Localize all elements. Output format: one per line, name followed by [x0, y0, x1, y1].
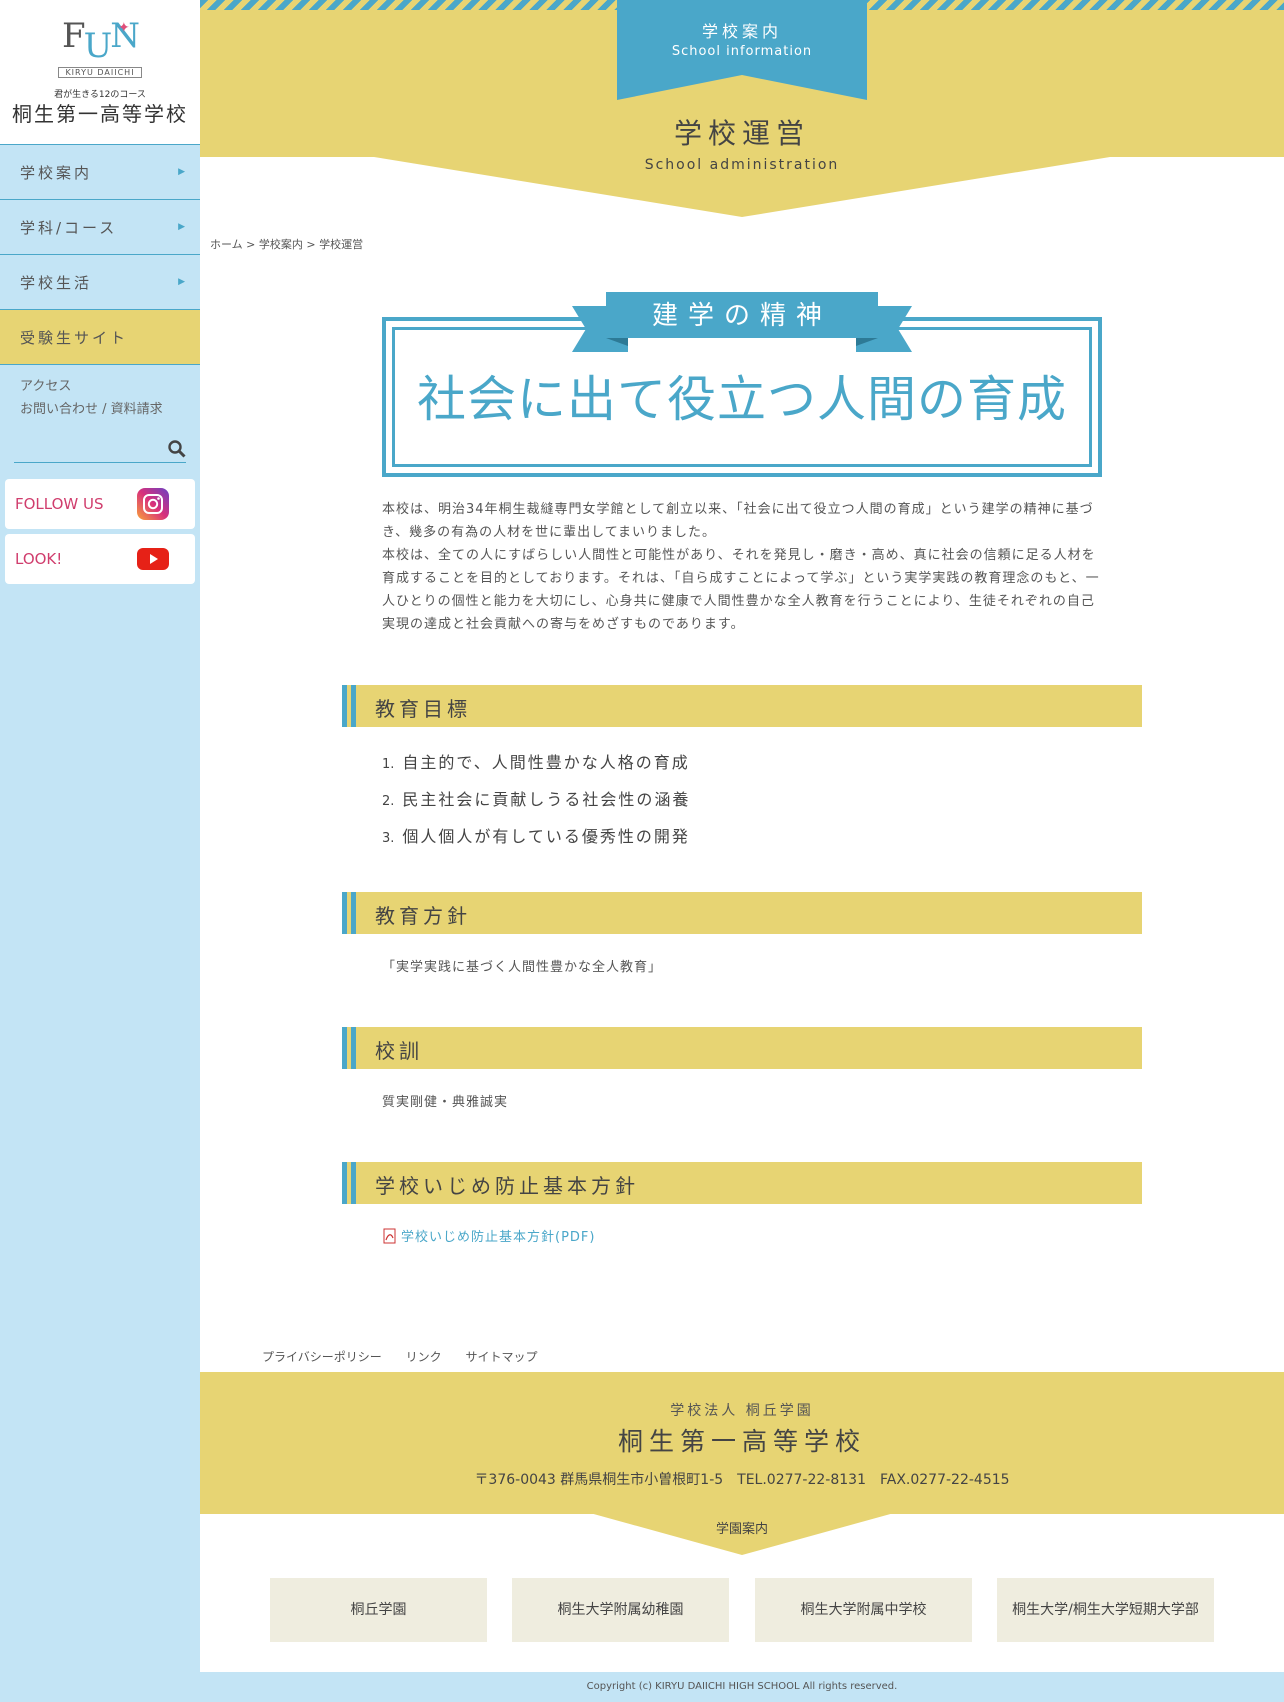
nav-item-courses[interactable]: 学科/コース ▶: [0, 200, 200, 255]
group-link-kiryugaoka[interactable]: 桐丘学園: [270, 1578, 487, 1642]
arrow-right-icon: ▶: [178, 222, 188, 232]
intro-paragraph: 本校は、全ての人にすばらしい人間性と可能性があり、それを発見し・磨き・高め、真に…: [382, 548, 1100, 632]
section-heading-goals: 教育目標: [342, 685, 1142, 727]
spirit-label: 建学の精神: [651, 301, 832, 331]
group-link-junior-high[interactable]: 桐生大学附属中学校: [755, 1578, 972, 1642]
section-title: 学校いじめ防止基本方針: [375, 1174, 639, 1198]
copyright: Copyright (c) KIRYU DAIICHI HIGH SCHOOL …: [200, 1672, 1284, 1702]
search-icon[interactable]: [168, 440, 186, 458]
sitemap-link[interactable]: サイトマップ: [465, 1350, 537, 1364]
follow-us-label: FOLLOW US: [15, 495, 104, 513]
youtube-icon: [137, 548, 169, 570]
breadcrumb[interactable]: ホーム > 学校案内 > 学校運営: [210, 236, 363, 252]
pdf-link-label: 学校いじめ防止基本方針(PDF): [401, 1230, 596, 1245]
footer-address: 〒376-0043 群馬県桐生市小曽根町1-5 TEL.0277-22-8131…: [474, 1472, 1010, 1488]
instagram-follow-button[interactable]: FOLLOW US: [5, 479, 195, 529]
instagram-icon: [137, 488, 169, 520]
intro-text: 本校は、明治34年桐生裁縫専門女学館として創立以来、「社会に出て役立つ人間の育成…: [382, 498, 1102, 636]
section-title: 教育方針: [375, 904, 471, 928]
section-tab-en: School information: [671, 44, 813, 59]
motto-text: 質実剛健・典雅誠実: [382, 1095, 509, 1110]
privacy-policy-link[interactable]: プライバシーポリシー: [262, 1350, 382, 1364]
nav-label: 受験生サイト: [20, 328, 129, 347]
main-content: 学校案内 School information 学校運営 School admi…: [200, 0, 1284, 1702]
footer-school-name: 桐生第一高等学校: [617, 1427, 866, 1456]
links-link[interactable]: リンク: [406, 1350, 442, 1364]
section-heading-policy: 教育方針: [342, 892, 1142, 934]
group-label: 学園案内: [715, 1522, 768, 1537]
founding-spirit-box: 建学の精神 社会に出て役立つ人間の育成: [382, 290, 1102, 478]
list-item: 1. 自主的で、人間性豊かな人格の育成: [382, 753, 690, 772]
nav-label: 学科/コース: [20, 218, 118, 237]
nav-label: 学校生活: [20, 273, 93, 292]
goals-list: 1. 自主的で、人間性豊かな人格の育成 2. 民主社会に貢献しうる社会性の涵養 3.…: [382, 745, 690, 856]
look-label: LOOK!: [15, 550, 63, 568]
pdf-icon: [383, 1228, 396, 1243]
footer-corporation: 学校法人 桐丘学園: [670, 1403, 814, 1419]
youtube-look-button[interactable]: LOOK!: [5, 534, 195, 584]
access-link[interactable]: アクセス: [0, 375, 200, 398]
policy-text: 「実学実践に基づく人間性豊かな全人教育」: [382, 960, 663, 975]
section-title: 校訓: [375, 1039, 423, 1063]
page-title: 学校運営: [673, 117, 810, 150]
sidebar: FUN ✦ KIRYU DAIICHI 君が生きる12のコース 桐生第一高等学校…: [0, 0, 200, 1702]
list-item: 3. 個人個人が有している優秀性の開発: [382, 827, 690, 846]
intro-paragraph: 本校は、明治34年桐生裁縫専門女学館として創立以来、「社会に出て役立つ人間の育成…: [382, 502, 1094, 540]
section-heading-bullying: 学校いじめ防止基本方針: [342, 1162, 1142, 1204]
page-subtitle: School administration: [644, 157, 840, 173]
arrow-right-icon: ▶: [178, 167, 188, 177]
search-input[interactable]: [14, 437, 164, 461]
section-tab-jp: 学校案内: [701, 22, 782, 41]
search-box[interactable]: [14, 437, 186, 463]
logo-school-name: 桐生第一高等学校: [12, 102, 188, 126]
bullying-policy-pdf-link[interactable]: 学校いじめ防止基本方針(PDF): [382, 1226, 595, 1245]
arrow-right-icon: ▶: [178, 277, 188, 287]
logo-kiryu-text: KIRYU DAIICHI: [58, 67, 142, 78]
sidebar-links: アクセス お問い合わせ / 資料請求: [0, 365, 200, 421]
section-heading-motto: 校訓: [342, 1027, 1142, 1069]
group-link-university[interactable]: 桐生大学/桐生大学短期大学部: [997, 1578, 1214, 1642]
nav-item-school-info[interactable]: 学校案内 ▶: [0, 145, 200, 200]
list-item: 2. 民主社会に貢献しうる社会性の涵養: [382, 790, 691, 809]
contact-link[interactable]: お問い合わせ / 資料請求: [0, 398, 200, 421]
nav-item-school-life[interactable]: 学校生活 ▶: [0, 255, 200, 310]
spirit-motto: 社会に出て役立つ人間の育成: [416, 371, 1067, 428]
site-logo[interactable]: FUN ✦ KIRYU DAIICHI 君が生きる12のコース 桐生第一高等学校: [0, 0, 200, 145]
group-link-kindergarten[interactable]: 桐生大学附属幼稚園: [512, 1578, 729, 1642]
nav-label: 学校案内: [20, 163, 93, 182]
page-hero: 学校案内 School information 学校運営 School admi…: [200, 0, 1284, 220]
nav-item-exam-site[interactable]: 受験生サイト: [0, 310, 200, 365]
section-title: 教育目標: [375, 697, 471, 721]
sparkle-icon: ✦: [118, 20, 130, 36]
footer-links: プライバシーポリシー リンク サイトマップ: [262, 1348, 557, 1365]
